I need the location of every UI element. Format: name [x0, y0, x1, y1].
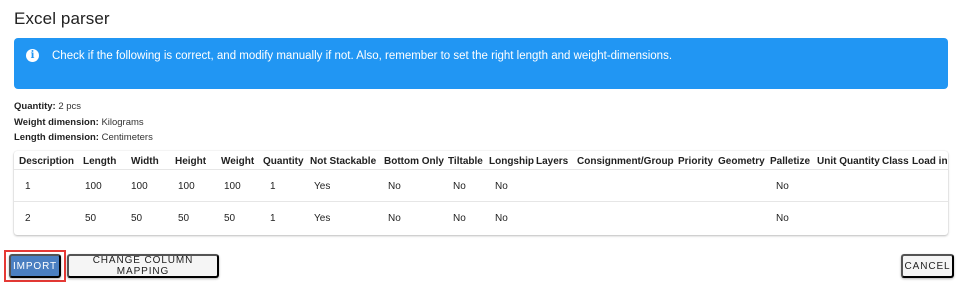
cell-not-stackable: Yes — [314, 213, 331, 224]
column-header-load-in: Load in — [912, 156, 948, 167]
column-header-layers: Layers — [536, 156, 569, 167]
info-alert: i Check if the following is correct, and… — [14, 38, 948, 89]
quantity-label: Quantity: — [14, 101, 56, 112]
column-header-length: Length — [83, 156, 117, 167]
cancel-button[interactable]: Cancel — [901, 254, 954, 278]
length-dimension-value: Centimeters — [101, 132, 153, 143]
column-header-tiltable: Tiltable — [448, 156, 483, 167]
column-header-bottom-only: Bottom Only — [384, 156, 444, 167]
column-header-description: Description — [19, 156, 75, 167]
cell-not-stackable: Yes — [314, 181, 331, 192]
cell-bottom-only: No — [388, 181, 401, 192]
cell-height: 50 — [178, 213, 190, 224]
cell-length: 100 — [85, 181, 102, 192]
cell-longship: No — [495, 213, 508, 224]
cell-tiltable: No — [453, 213, 466, 224]
table-row: 1 100 100 100 100 1 Yes No No No No — [14, 170, 948, 202]
column-header-quantity: Quantity — [263, 156, 304, 167]
column-header-class: Class — [882, 156, 909, 167]
change-column-mapping-button[interactable]: Change column mapping — [67, 254, 219, 278]
column-header-longship: Longship — [489, 156, 534, 167]
cell-bottom-only: No — [388, 213, 401, 224]
column-header-priority: Priority — [678, 156, 714, 167]
column-header-palletize: Palletize — [770, 156, 811, 167]
cell-longship: No — [495, 181, 508, 192]
cell-quantity: 1 — [270, 213, 276, 224]
table-header-row: Description Length Width Height Weight Q… — [14, 151, 948, 170]
weight-dimension-summary: Weight dimension: Kilograms — [14, 117, 144, 128]
weight-dimension-label: Weight dimension: — [14, 117, 99, 128]
cell-palletize: No — [776, 213, 789, 224]
cell-description: 2 — [25, 213, 31, 224]
quantity-value: 2 pcs — [58, 101, 82, 112]
cell-width: 50 — [131, 213, 143, 224]
info-icon: i — [26, 49, 39, 62]
length-dimension-label: Length dimension: — [14, 132, 99, 143]
cell-tiltable: No — [453, 181, 466, 192]
parsed-items-table: Description Length Width Height Weight Q… — [14, 151, 948, 235]
quantity-summary: Quantity: 2 pcs — [14, 101, 81, 112]
column-header-width: Width — [131, 156, 159, 167]
table-row: 2 50 50 50 50 1 Yes No No No No — [14, 202, 948, 235]
column-header-consignment: Consignment/Group — [577, 156, 674, 167]
cell-description: 1 — [25, 181, 31, 192]
cell-height: 100 — [178, 181, 195, 192]
cell-width: 100 — [131, 181, 148, 192]
length-dimension-summary: Length dimension: Centimeters — [14, 132, 153, 143]
column-header-geometry: Geometry — [718, 156, 765, 167]
weight-dimension-value: Kilograms — [101, 117, 144, 128]
import-button[interactable]: Import — [9, 254, 61, 278]
alert-message: Check if the following is correct, and m… — [52, 50, 673, 62]
cell-palletize: No — [776, 181, 789, 192]
dialog-title: Excel parser — [14, 9, 110, 28]
column-header-height: Height — [175, 156, 207, 167]
column-header-unit-quantity: Unit Quantity — [817, 156, 880, 167]
cell-weight: 100 — [224, 181, 241, 192]
cell-weight: 50 — [224, 213, 236, 224]
column-header-weight: Weight — [221, 156, 255, 167]
cell-quantity: 1 — [270, 181, 276, 192]
cell-length: 50 — [85, 213, 97, 224]
column-header-not-stackable: Not Stackable — [310, 156, 377, 167]
